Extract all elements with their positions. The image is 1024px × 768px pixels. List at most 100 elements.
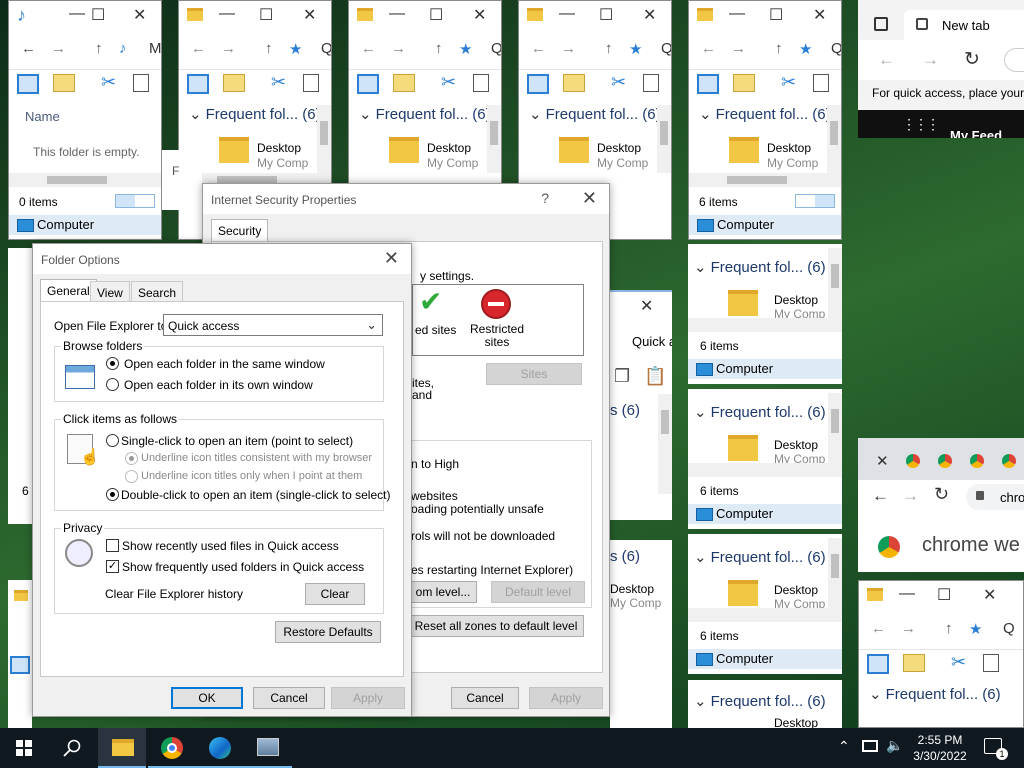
- start-button[interactable]: [0, 728, 48, 768]
- apply-button[interactable]: Apply: [331, 687, 405, 709]
- explorer-fragment-left-3[interactable]: F: [162, 150, 202, 210]
- explorer-fragment-left[interactable]: 6: [8, 248, 32, 524]
- open-explorer-to-select[interactable]: Quick access ⌄: [163, 314, 383, 336]
- desktop-folder-icon[interactable]: [728, 290, 758, 316]
- file-explorer-taskbar-button[interactable]: [98, 728, 146, 768]
- back-icon[interactable]: ←: [21, 40, 36, 57]
- paste-icon[interactable]: 📋: [644, 366, 666, 387]
- forward-icon[interactable]: →: [561, 40, 576, 57]
- horizontal-scrollbar[interactable]: [688, 318, 842, 332]
- back-icon[interactable]: ←: [191, 40, 206, 57]
- back-icon[interactable]: ←: [701, 40, 716, 57]
- chevron-up-icon[interactable]: ⌃: [838, 738, 850, 755]
- up-icon[interactable]: ↑: [605, 40, 613, 57]
- frequent-folders-header[interactable]: ⌄ Frequent fol... (6): [179, 105, 321, 123]
- maximize-icon[interactable]: ☐: [769, 5, 783, 25]
- up-icon[interactable]: ↑: [265, 40, 273, 57]
- close-icon[interactable]: ✕: [473, 5, 486, 25]
- dialog-title-bar[interactable]: Internet Security Properties ? ✕: [203, 184, 609, 214]
- restricted-sites-label[interactable]: Restricted sites: [467, 323, 527, 349]
- up-icon[interactable]: ↑: [95, 40, 103, 57]
- cut-icon[interactable]: ✂: [951, 652, 966, 673]
- forward-icon[interactable]: →: [221, 40, 236, 57]
- cut-icon[interactable]: ✂: [781, 72, 796, 93]
- tab-actions-icon[interactable]: [874, 17, 888, 31]
- reset-all-zones-button[interactable]: Reset all zones to default level: [408, 615, 584, 637]
- my-feed-tab[interactable]: My Feed: [950, 128, 1002, 138]
- address-bar[interactable]: chro: [966, 484, 1024, 510]
- computer-nav-item[interactable]: Computer: [688, 359, 842, 379]
- forward-icon[interactable]: →: [51, 40, 66, 57]
- minimize-icon[interactable]: —: [69, 5, 85, 23]
- up-icon[interactable]: ↑: [435, 40, 443, 57]
- vertical-scrollbar[interactable]: [828, 538, 842, 610]
- tab-search[interactable]: Search: [131, 281, 184, 302]
- copy-icon[interactable]: [813, 74, 829, 92]
- frequent-folders-header[interactable]: ⌄ Frequent fol... (6): [694, 692, 826, 710]
- custom-level-button[interactable]: om level...: [409, 581, 477, 603]
- frequent-folders-checkbox[interactable]: ✓: [106, 560, 119, 573]
- explorer-window-bottom-right[interactable]: — ☐ ✕ ← → ↑ ★ Q ✂ ⌄ Frequent fol... (6): [858, 580, 1024, 728]
- chrome-window[interactable]: ✕ ← → ↻ chro chrome we: [858, 438, 1024, 572]
- cut-icon[interactable]: ✂: [611, 72, 626, 93]
- tab-general[interactable]: General: [40, 279, 97, 302]
- double-click-label[interactable]: Double-click to open an item (single-cli…: [121, 488, 390, 502]
- explorer-fragment-left-2[interactable]: [8, 580, 32, 728]
- column-header-name[interactable]: Name: [25, 109, 60, 124]
- refresh-icon[interactable]: ↻: [964, 48, 980, 71]
- navigation-pane-icon[interactable]: [697, 74, 719, 94]
- tab-view[interactable]: View: [90, 281, 130, 302]
- minimize-icon[interactable]: —: [559, 5, 575, 23]
- desktop-folder-icon[interactable]: [219, 137, 249, 163]
- explorer-fragment-9[interactable]: ⌄ Frequent fol... (6) Desktop: [688, 680, 842, 728]
- horizontal-scrollbar[interactable]: [9, 173, 161, 187]
- vertical-scrollbar[interactable]: [658, 394, 672, 494]
- copy-icon[interactable]: [303, 74, 319, 92]
- maximize-icon[interactable]: ☐: [259, 5, 273, 25]
- explorer-window-5[interactable]: — ☐ ✕ ← → ↑ ★ Q ✂ ⌄ Frequent fol... (6) D…: [688, 0, 842, 240]
- navigation-pane-icon[interactable]: [527, 74, 549, 94]
- sites-button[interactable]: Sites: [486, 363, 582, 385]
- chrome-tab-icon[interactable]: [970, 454, 984, 468]
- view-toggle-icons[interactable]: [795, 194, 835, 208]
- chrome-tab-icon[interactable]: [1002, 454, 1016, 468]
- back-icon[interactable]: ←: [871, 620, 886, 637]
- vertical-scrollbar[interactable]: [487, 105, 501, 173]
- same-window-label[interactable]: Open each folder in the same window: [124, 357, 325, 371]
- minimize-icon[interactable]: —: [729, 5, 745, 23]
- maximize-icon[interactable]: ☐: [429, 5, 443, 25]
- vertical-scrollbar[interactable]: [828, 248, 842, 320]
- up-icon[interactable]: ↑: [775, 40, 783, 57]
- minimize-icon[interactable]: —: [219, 5, 235, 23]
- new-folder-icon[interactable]: [903, 654, 925, 672]
- address-bar[interactable]: Q: [831, 40, 841, 57]
- edge-taskbar-button[interactable]: [196, 728, 244, 768]
- close-icon[interactable]: ✕: [582, 188, 597, 209]
- help-icon[interactable]: ?: [541, 190, 549, 206]
- underline-point-label[interactable]: Underline icon titles only when I point …: [141, 470, 362, 482]
- underline-point-radio[interactable]: [125, 470, 138, 483]
- own-window-label[interactable]: Open each folder in its own window: [124, 378, 313, 392]
- minimize-icon[interactable]: —: [899, 585, 915, 603]
- minimize-icon[interactable]: —: [389, 5, 405, 23]
- tab-new-tab[interactable]: New tab: [904, 10, 1024, 40]
- address-bar[interactable]: Q: [1003, 620, 1015, 637]
- recent-files-label[interactable]: Show recently used files in Quick access: [122, 539, 339, 553]
- maximize-icon[interactable]: ☐: [599, 5, 613, 25]
- explorer-fragment-mid-2[interactable]: s (6) Desktop My Comp: [610, 540, 672, 728]
- edge-window[interactable]: New tab ← → ↻ For quick access, place yo…: [858, 0, 1024, 138]
- explorer-fragment-8[interactable]: ⌄ Frequent fol... (6) Desktop My Comp 6 i…: [688, 534, 842, 674]
- desktop-folder-icon[interactable]: [729, 137, 759, 163]
- forward-icon[interactable]: →: [902, 486, 919, 506]
- tab-security[interactable]: Security: [211, 219, 269, 242]
- music-explorer-window[interactable]: ♪ — ☐ ✕ ← → ↑ ♪ M ✂ Name This folder is …: [8, 0, 162, 240]
- navigation-pane-icon[interactable]: [357, 74, 379, 94]
- maximize-icon[interactable]: ☐: [937, 585, 951, 605]
- frequent-folders-header[interactable]: ⌄ Frequent fol... (6): [349, 105, 491, 123]
- maximize-icon[interactable]: ☐: [91, 5, 105, 25]
- address-bar[interactable]: Q: [491, 40, 501, 57]
- cancel-button[interactable]: Cancel: [253, 687, 325, 709]
- copy-icon[interactable]: [983, 654, 999, 672]
- vertical-scrollbar[interactable]: [657, 105, 671, 173]
- trusted-sites-label[interactable]: ed sites: [415, 323, 456, 337]
